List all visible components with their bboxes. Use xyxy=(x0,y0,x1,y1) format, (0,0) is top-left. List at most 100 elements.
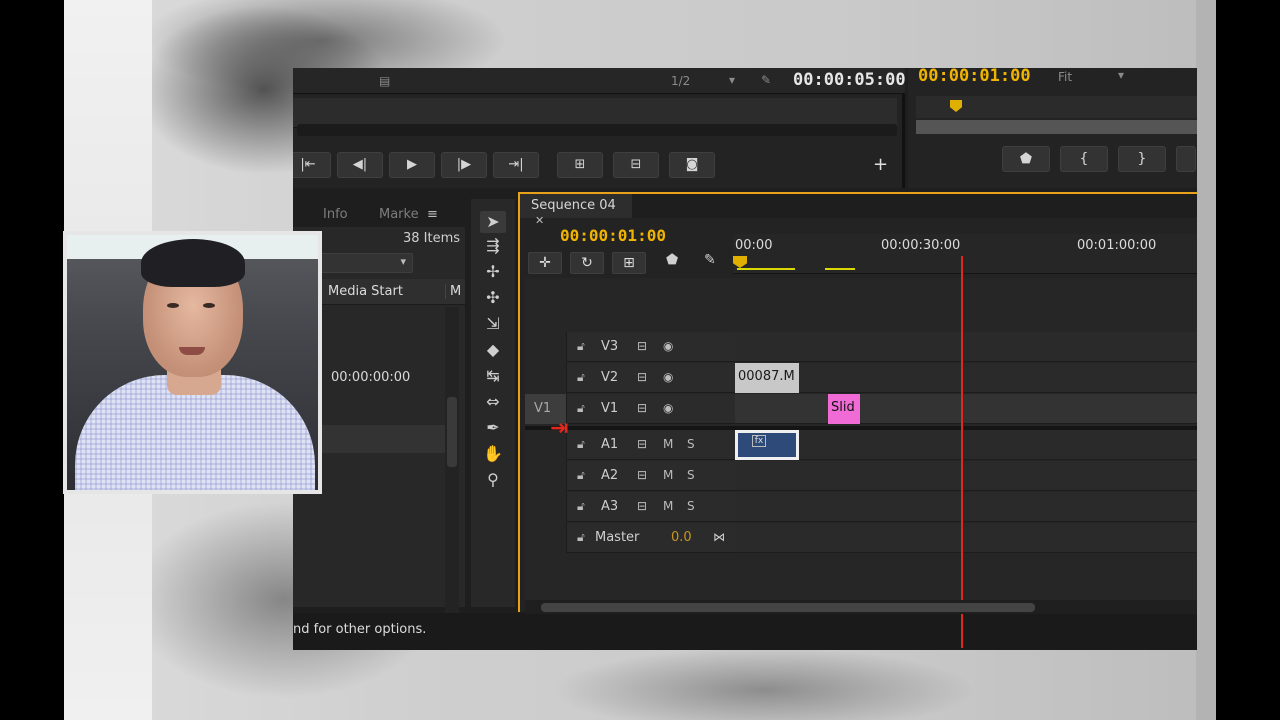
source-patch[interactable] xyxy=(525,363,567,393)
step-forward-button[interactable]: |▶ xyxy=(441,152,487,178)
marker-icon[interactable]: ⬟ xyxy=(666,252,678,268)
scroll-thumb[interactable] xyxy=(541,603,1035,612)
clip-video[interactable]: 00087.M xyxy=(735,363,799,393)
lock-icon[interactable]: 🔓︎ xyxy=(577,401,585,416)
go-to-end-icon[interactable]: ⋈ xyxy=(713,530,725,544)
rolling-edit-icon[interactable]: ✣ xyxy=(480,287,506,309)
mute-button[interactable]: M xyxy=(663,468,673,482)
track-lane[interactable] xyxy=(735,492,1197,522)
sync-lock-icon[interactable]: ⊟ xyxy=(637,401,647,415)
solo-button[interactable]: S xyxy=(687,468,695,482)
sync-lock-icon[interactable]: ⊟ xyxy=(637,499,647,513)
lock-icon[interactable]: 🔓︎ xyxy=(577,530,585,545)
insert-button[interactable]: ⊞ xyxy=(557,152,603,178)
sync-lock-icon[interactable]: ⊟ xyxy=(637,437,647,451)
track-lane[interactable]: 00087.M xyxy=(735,363,1197,393)
add-marker-button[interactable]: ⊞ xyxy=(612,252,646,274)
button-editor-plus-icon[interactable]: + xyxy=(873,154,888,175)
chevron-down-icon[interactable]: ▾ xyxy=(729,73,735,87)
add-marker-button[interactable]: ⬟ xyxy=(1002,146,1050,172)
source-patch[interactable] xyxy=(525,492,567,522)
razor-icon[interactable]: ◆ xyxy=(480,339,506,361)
source-patch[interactable] xyxy=(525,332,567,362)
lock-icon[interactable]: 🔓︎ xyxy=(577,370,585,385)
tab-info[interactable]: Info xyxy=(323,207,348,222)
track-lane[interactable] xyxy=(735,332,1197,362)
track-a1: 🔓︎ A1 ⊟ M S fx xyxy=(525,430,1197,460)
program-time-ruler[interactable] xyxy=(916,96,1197,118)
project-filter-dropdown[interactable]: ▾ xyxy=(321,253,413,273)
track-lane[interactable]: fx xyxy=(735,430,1197,460)
play-button[interactable]: ▶ xyxy=(389,152,435,178)
track-lane[interactable] xyxy=(735,523,1197,553)
go-to-out-button[interactable]: ⇥| xyxy=(493,152,539,178)
tab-markers[interactable]: Marke xyxy=(379,207,419,222)
presenter-eye xyxy=(167,303,179,308)
list-item[interactable] xyxy=(321,425,445,453)
mark-in-icon: { xyxy=(1079,151,1089,167)
track-lane[interactable] xyxy=(735,461,1197,491)
slip-icon[interactable]: ↹ xyxy=(480,365,506,387)
overwrite-button[interactable]: ⊟ xyxy=(613,152,659,178)
column-media-end[interactable]: M xyxy=(445,284,461,299)
project-panel-tabs: Info Marke ≡ xyxy=(293,199,465,227)
sync-lock-icon[interactable]: ⊟ xyxy=(637,468,647,482)
slide-icon[interactable]: ⇔ xyxy=(480,391,506,413)
ripple-edit-icon[interactable]: ✢ xyxy=(480,261,506,283)
wrench-icon[interactable]: ✎ xyxy=(761,73,771,87)
close-icon[interactable]: ✕ xyxy=(535,214,544,227)
solo-button[interactable]: S xyxy=(687,499,695,513)
playhead-marker[interactable] xyxy=(733,256,747,268)
zoom-icon[interactable]: ⚲ xyxy=(480,469,506,491)
tab-sequence[interactable]: Sequence 04 ✕ xyxy=(520,194,632,227)
overflow-button[interactable] xyxy=(1176,146,1196,172)
track-lane[interactable]: Slid xyxy=(735,394,1197,424)
selection-icon[interactable]: ➤ xyxy=(480,211,506,233)
fit-chevron-icon[interactable]: ▾ xyxy=(1118,68,1124,82)
program-playhead-marker[interactable] xyxy=(950,100,962,112)
lock-icon[interactable]: 🔓︎ xyxy=(577,499,585,514)
go-to-in-button[interactable]: |⇤ xyxy=(293,152,331,178)
pen-icon[interactable]: ✒ xyxy=(480,417,506,439)
column-media-start[interactable]: Media Start xyxy=(328,284,403,299)
fit-select[interactable]: Fit xyxy=(1058,70,1072,84)
track-select-icon[interactable]: ⇶ xyxy=(480,235,506,257)
mute-button[interactable]: M xyxy=(663,499,673,513)
mark-out-button[interactable]: } xyxy=(1118,146,1166,172)
eye-icon[interactable]: ◉ xyxy=(663,401,673,415)
lock-icon[interactable]: 🔓︎ xyxy=(577,468,585,483)
lock-icon[interactable]: 🔓︎ xyxy=(577,339,585,354)
hand-icon[interactable]: ✋ xyxy=(480,443,506,465)
master-volume-value[interactable]: 0.0 xyxy=(671,530,692,545)
mark-in-button[interactable]: { xyxy=(1060,146,1108,172)
rate-stretch-icon[interactable]: ⇲ xyxy=(480,313,506,335)
eye-icon[interactable]: ◉ xyxy=(663,370,673,384)
eye-icon[interactable]: ◉ xyxy=(663,339,673,353)
mute-button[interactable]: M xyxy=(663,437,673,451)
premiere-window: ▤ 1/2 ▾ ✎ 00:00:05:00 |⇤ ◀| ▶ |▶ ⇥| ⊞ ⊟ … xyxy=(293,68,1197,650)
project-scrollbar[interactable] xyxy=(445,307,459,637)
timeline-ruler[interactable]: 00:00 00:00:30:00 00:01:00:00 xyxy=(733,234,1197,274)
sync-lock-icon[interactable]: ⊟ xyxy=(637,370,647,384)
timeline-scrollbar[interactable] xyxy=(525,600,1197,614)
zoom-select[interactable]: 1/2 xyxy=(671,74,690,88)
sequence-timecode[interactable]: 00:00:01:00 xyxy=(560,226,666,245)
export-frame-button[interactable]: ◙ xyxy=(669,152,715,178)
panel-menu-icon[interactable]: ≡ xyxy=(427,207,438,222)
clip-graphic[interactable]: Slid xyxy=(828,394,860,424)
lock-icon[interactable]: 🔓︎ xyxy=(577,437,585,452)
linked-selection-button[interactable]: ↻ xyxy=(570,252,604,274)
sync-lock-icon[interactable]: ⊟ xyxy=(637,339,647,353)
wrench-icon[interactable]: ✎ xyxy=(704,252,716,268)
scroll-thumb[interactable] xyxy=(447,397,457,467)
source-patch[interactable] xyxy=(525,461,567,491)
solo-button[interactable]: S xyxy=(687,437,695,451)
track-header: 🔓︎ A1 ⊟ M S xyxy=(567,430,735,460)
clip-audio[interactable]: fx xyxy=(735,430,799,460)
program-zoom-scrollbar[interactable] xyxy=(916,120,1197,134)
source-zoom-scrollbar[interactable] xyxy=(297,124,897,136)
playhead-line[interactable] xyxy=(961,256,963,648)
step-back-button[interactable]: ◀| xyxy=(337,152,383,178)
snap-button[interactable]: ✛ xyxy=(528,252,562,274)
film-icon[interactable]: ▤ xyxy=(379,74,390,88)
